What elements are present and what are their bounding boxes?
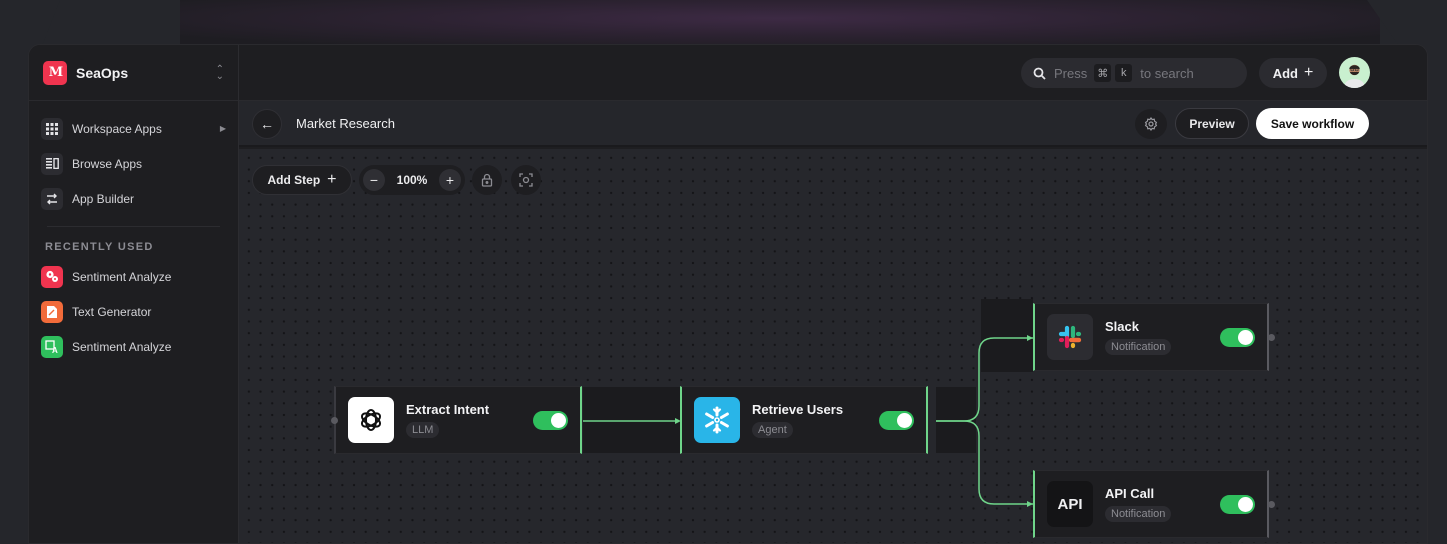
sidebar-item-label: Workspace Apps	[72, 121, 162, 136]
background-shape-left	[0, 0, 60, 46]
top-bar: Press ⌘ k to search Add +	[239, 45, 1427, 101]
input-port[interactable]	[331, 417, 338, 424]
brand-logo: M	[43, 60, 67, 85]
edge-shadow	[981, 299, 1033, 372]
recent-item-text-generator[interactable]: Text Generator	[41, 294, 226, 329]
preview-button[interactable]: Preview	[1175, 108, 1249, 139]
gear-icon	[1144, 117, 1158, 131]
output-port[interactable]	[1268, 334, 1275, 341]
recent-item-label: Sentiment Analyze	[72, 339, 172, 354]
sidebar-divider	[47, 226, 220, 227]
node-title: API Call	[1105, 486, 1155, 501]
brand-name: SeaOps	[76, 64, 129, 81]
node-enable-toggle[interactable]	[533, 411, 568, 430]
app-window: M SeaOps ⌃ ⌄ Workspace Apps ▶ Browse Apps	[28, 44, 1428, 544]
sidebar-item-label: App Builder	[72, 191, 135, 206]
add-button[interactable]: Add +	[1259, 58, 1327, 88]
search-input[interactable]: Press ⌘ k to search	[1021, 58, 1247, 88]
output-port[interactable]	[1268, 501, 1275, 508]
sidebar-item-workspace-apps[interactable]: Workspace Apps ▶	[41, 111, 226, 146]
chevron-right-icon: ▶	[219, 124, 226, 133]
plus-icon: +	[1303, 64, 1314, 81]
node-enable-toggle[interactable]	[1220, 328, 1255, 347]
text-generator-icon	[41, 300, 63, 323]
api-icon: API	[1047, 481, 1093, 527]
translate-icon: A	[41, 335, 63, 358]
search-icon	[1033, 67, 1046, 80]
user-avatar[interactable]	[1339, 57, 1370, 88]
recent-item-sentiment-analyze[interactable]: Sentiment Analyze	[41, 259, 226, 294]
builder-icon	[41, 187, 63, 210]
background-glow	[180, 0, 1380, 46]
sidebar-item-app-builder[interactable]: App Builder	[41, 181, 226, 216]
search-placeholder-prefix: Press	[1054, 65, 1088, 81]
workflow-header: ← Market Research Preview Save workflow	[239, 101, 1427, 147]
shortcut-key-cmd: ⌘	[1094, 64, 1112, 82]
recent-item-sentiment-analyze-2[interactable]: A Sentiment Analyze	[41, 329, 226, 364]
add-button-label: Add	[1272, 65, 1298, 81]
workspace-switcher[interactable]: M SeaOps ⌃ ⌄	[29, 45, 238, 101]
grid-icon	[41, 117, 63, 140]
workflow-node-api-call[interactable]: API API Call Notification	[1033, 470, 1269, 538]
chevron-up-down-icon: ⌃ ⌄	[215, 63, 224, 82]
sidebar-nav: Workspace Apps ▶ Browse Apps App Builder…	[29, 101, 238, 364]
workflow-node-extract-intent[interactable]: Extract Intent LLM	[334, 386, 582, 454]
workflow-node-retrieve-users[interactable]: Retrieve Users Agent	[680, 386, 928, 454]
node-type-badge: Notification	[1105, 506, 1172, 522]
workflow-canvas[interactable]: Add Step + − 100% + Extract Intent LLM R…	[239, 149, 1427, 543]
search-placeholder-suffix: to search	[1140, 65, 1194, 81]
save-workflow-button[interactable]: Save workflow	[1256, 108, 1369, 139]
node-enable-toggle[interactable]	[1220, 495, 1255, 514]
node-type-badge: Notification	[1105, 339, 1172, 355]
sidebar-item-label: Browse Apps	[72, 156, 143, 171]
arrow-left-icon: ←	[260, 116, 274, 132]
slack-icon	[1047, 314, 1093, 360]
node-title: Slack	[1105, 319, 1139, 334]
back-button[interactable]: ←	[252, 109, 282, 139]
node-title: Retrieve Users	[752, 402, 844, 417]
sidebar: M SeaOps ⌃ ⌄ Workspace Apps ▶ Browse Apps	[29, 45, 239, 543]
sentiment-icon	[41, 265, 63, 288]
snowflake-icon	[694, 397, 740, 443]
node-enable-toggle[interactable]	[879, 411, 914, 430]
openai-icon	[348, 397, 394, 443]
recent-item-label: Text Generator	[72, 304, 152, 319]
edge-shadow	[583, 387, 681, 453]
settings-button[interactable]	[1135, 109, 1167, 139]
shortcut-key-k: k	[1115, 64, 1133, 82]
recent-item-label: Sentiment Analyze	[72, 269, 172, 284]
node-type-badge: LLM	[406, 422, 440, 438]
sidebar-item-browse-apps[interactable]: Browse Apps	[41, 146, 226, 181]
svg-text:A: A	[52, 346, 58, 354]
node-type-badge: Agent	[752, 422, 793, 438]
workflow-title: Market Research	[296, 116, 395, 131]
recently-used-heading: RECENTLY USED	[45, 241, 154, 253]
browse-icon	[41, 152, 63, 175]
node-title: Extract Intent	[406, 402, 490, 417]
workflow-node-slack[interactable]: Slack Notification	[1033, 303, 1269, 371]
